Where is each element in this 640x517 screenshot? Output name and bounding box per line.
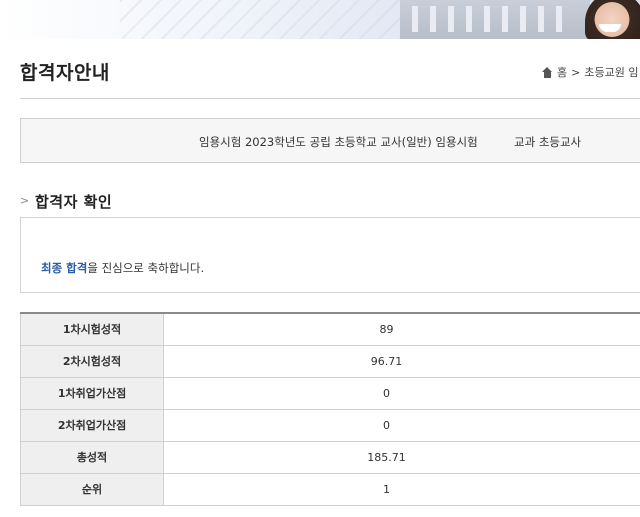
table-row: 2차취업가산점 0 xyxy=(20,408,640,442)
row-label: 2차취업가산점 xyxy=(20,408,164,442)
table-row: 순위 1 xyxy=(20,472,640,506)
breadcrumb: 홈 > 초등교원 임 xyxy=(542,64,638,80)
row-value: 185.71 xyxy=(163,440,640,474)
row-value: 0 xyxy=(163,408,640,442)
section-title: 합격자 확인 xyxy=(35,193,113,211)
row-label: 총성적 xyxy=(20,440,164,474)
chevron-right-icon: > xyxy=(20,194,30,207)
breadcrumb-separator: > xyxy=(571,65,581,79)
final-pass-text: 최종 합격 xyxy=(41,261,88,275)
exam-name: 임용시험 2023학년도 공립 초등학교 교사(일반) 임용시험 xyxy=(199,135,478,149)
top-banner xyxy=(0,0,640,39)
title-divider xyxy=(20,98,640,99)
exam-subject: 교과 초등교사 xyxy=(514,135,582,149)
exam-info-box: 임용시험 2023학년도 공립 초등학교 교사(일반) 임용시험 교과 초등교사 xyxy=(20,118,640,163)
breadcrumb-home[interactable]: 홈 xyxy=(557,64,567,80)
table-row: 2차시험성적 96.71 xyxy=(20,344,640,378)
row-label: 1차시험성적 xyxy=(20,312,164,346)
breadcrumb-current[interactable]: 초등교원 임 xyxy=(584,64,638,80)
page-title: 합격자안내 xyxy=(20,62,110,84)
banner-person-image xyxy=(585,0,640,39)
table-row: 1차시험성적 89 xyxy=(20,312,640,346)
row-value: 0 xyxy=(163,376,640,410)
table-row: 1차취업가산점 0 xyxy=(20,376,640,410)
row-value: 89 xyxy=(163,312,640,346)
home-icon[interactable] xyxy=(542,66,553,78)
congratulations-message: 최종 합격을 진심으로 축하합니다. xyxy=(41,260,204,276)
banner-building-image xyxy=(400,0,590,39)
congratulations-box: 최종 합격을 진심으로 축하합니다. xyxy=(20,217,640,293)
results-table: 1차시험성적 89 2차시험성적 96.71 1차취업가산점 0 2차취업가산점… xyxy=(20,312,640,506)
row-label: 2차시험성적 xyxy=(20,344,164,378)
congratulations-text: 을 진심으로 축하합니다. xyxy=(87,261,205,275)
table-row: 총성적 185.71 xyxy=(20,440,640,474)
row-label: 1차취업가산점 xyxy=(20,376,164,410)
banner-pattern xyxy=(120,0,420,39)
row-value: 1 xyxy=(163,472,640,506)
row-value: 96.71 xyxy=(163,344,640,378)
row-label: 순위 xyxy=(20,472,164,506)
